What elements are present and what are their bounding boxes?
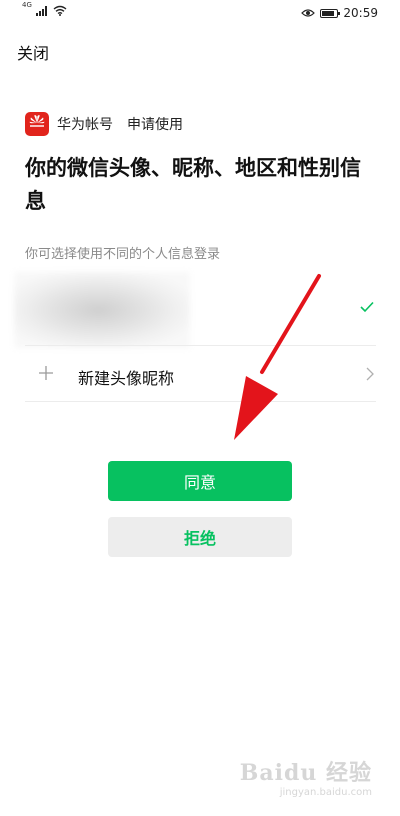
profile-option-current[interactable] <box>0 272 376 348</box>
status-right: 20:59 <box>301 6 378 20</box>
status-left: 4G <box>22 1 67 16</box>
watermark: Baidu 经验 jingyan.baidu.com <box>240 755 372 798</box>
chevron-right-icon <box>366 367 374 381</box>
watermark-main: Baidu 经验 <box>239 760 372 786</box>
huawei-logo-icon <box>25 112 49 136</box>
agree-button[interactable]: 同意 <box>108 461 292 501</box>
watermark-sub: jingyan.baidu.com <box>279 787 372 798</box>
blurred-profile-info <box>14 272 190 348</box>
app-name: 华为帐号 <box>57 117 113 133</box>
page-title: 你的微信头像、昵称、地区和性别信息 <box>25 156 361 213</box>
app-info-row: 华为帐号 申请使用 <box>25 112 183 136</box>
network-type-label: 4G <box>22 1 32 9</box>
app-action-text: 申请使用 <box>127 117 183 133</box>
new-profile-label: 新建头像昵称 <box>78 369 175 388</box>
status-bar: 4G 20:59 <box>0 0 400 26</box>
check-icon <box>360 301 374 313</box>
reject-button[interactable]: 拒绝 <box>108 517 292 557</box>
wifi-icon <box>53 5 67 16</box>
signal-icon <box>35 6 47 16</box>
new-profile-option[interactable]: 新建头像昵称 <box>25 346 376 402</box>
page-subtitle: 你可选择使用不同的个人信息登录 <box>25 247 221 262</box>
eye-icon <box>301 9 316 17</box>
list-divider <box>25 401 376 402</box>
battery-icon <box>320 8 341 18</box>
plus-icon <box>39 366 53 380</box>
clock: 20:59 <box>343 6 378 20</box>
close-button[interactable]: 关闭 <box>17 40 49 64</box>
